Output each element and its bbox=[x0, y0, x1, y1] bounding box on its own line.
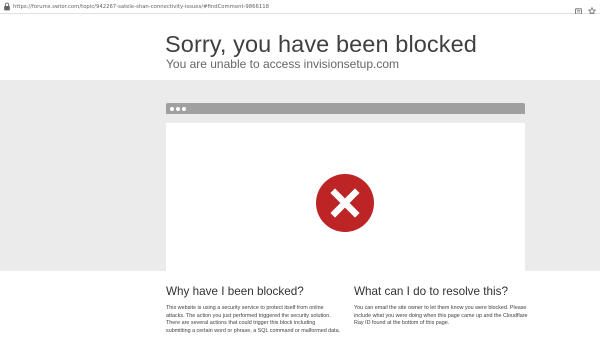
url-text[interactable]: https://forums.swtor.com/topic/942267-sa… bbox=[13, 4, 269, 10]
error-x-icon bbox=[315, 173, 375, 233]
page-subtitle: You are unable to access invisionsetup.c… bbox=[166, 57, 400, 71]
why-blocked-heading: Why have I been blocked? bbox=[166, 285, 304, 298]
page-title: Sorry, you have been blocked bbox=[165, 31, 477, 57]
lock-icon[interactable] bbox=[3, 2, 11, 11]
browser-illustration-window bbox=[166, 123, 525, 271]
resolve-heading: What can I do to resolve this? bbox=[354, 285, 508, 298]
headline-section: Sorry, you have been blocked You are una… bbox=[0, 14, 600, 80]
resolve-section: What can I do to resolve this? You can e… bbox=[354, 285, 529, 328]
browser-dot-icon bbox=[182, 107, 186, 111]
resolve-text: You can email the site owner to let them… bbox=[354, 305, 528, 327]
address-bar[interactable]: https://forums.swtor.com/topic/942267-sa… bbox=[0, 0, 600, 15]
browser-dot-icon bbox=[170, 107, 174, 111]
why-blocked-section: Why have I been blocked? This website is… bbox=[166, 285, 341, 335]
why-blocked-text: This website is using a security service… bbox=[166, 305, 341, 334]
browser-dot-icon bbox=[176, 107, 180, 111]
browser-illustration-titlebar bbox=[166, 103, 525, 114]
